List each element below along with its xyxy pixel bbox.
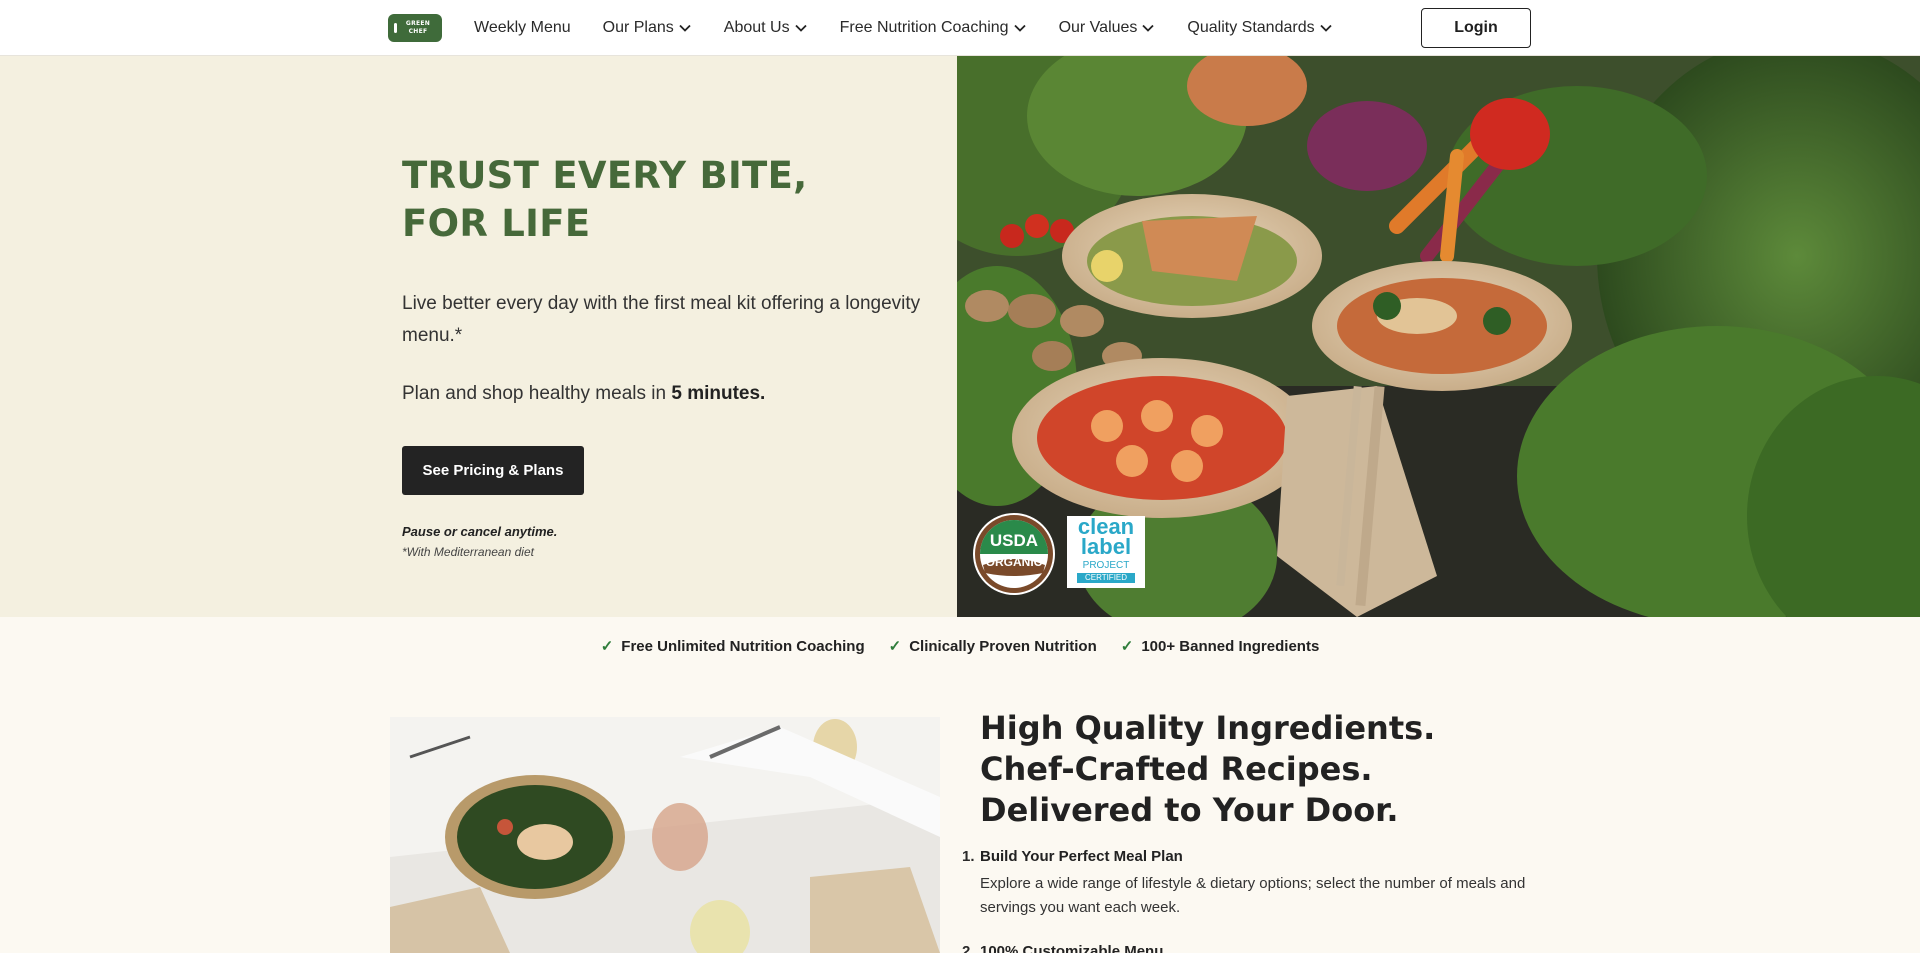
chevron-down-icon <box>1141 21 1155 35</box>
mediterranean-footnote: *With Mediterranean diet <box>402 545 534 559</box>
chevron-down-icon <box>678 21 692 35</box>
usda-organic-badge: USDA ORGANIC <box>973 513 1055 595</box>
hero-title: TRUST EVERY BITE, FOR LIFE <box>402 152 902 248</box>
plan-prefix: Plan and shop healthy meals in <box>402 383 672 404</box>
check-icon: ✓ <box>888 638 902 655</box>
feature-label: 100+ Banned Ingredients <box>1141 637 1320 655</box>
nav-item-weekly-menu[interactable]: Weekly Menu <box>474 19 571 37</box>
hero-plan-text: Plan and shop healthy meals in 5 minutes… <box>402 383 765 405</box>
step-title: Build Your Perfect Meal Plan <box>980 848 1183 865</box>
top-navbar: GREEN CHEF Weekly Menu Our Plans About U… <box>0 0 1920 56</box>
chevron-down-icon <box>1319 21 1333 35</box>
section2-title: High Quality Ingredients. Chef-Crafted R… <box>980 708 1540 831</box>
step-number: 2. <box>962 943 975 953</box>
step-number: 1. <box>962 848 975 865</box>
nav-menu: Weekly Menu Our Plans About Us Free Nutr… <box>474 0 1365 56</box>
features-strip: ✓ Free Unlimited Nutrition Coaching ✓ Cl… <box>0 637 1920 656</box>
check-icon: ✓ <box>600 638 614 655</box>
nav-item-quality-standards[interactable]: Quality Standards <box>1187 19 1332 37</box>
nav-item-our-plans[interactable]: Our Plans <box>603 19 692 37</box>
clean-label-badge: clean label PROJECT CERTIFIED <box>1067 516 1145 588</box>
hero-title-line2: FOR LIFE <box>402 202 591 245</box>
section2-title-line1: High Quality Ingredients. <box>980 709 1436 747</box>
feature-item: ✓ Free Unlimited Nutrition Coaching <box>600 637 865 656</box>
plan-bold: 5 minutes. <box>671 383 766 404</box>
see-pricing-button[interactable]: See Pricing & Plans <box>402 446 584 495</box>
label-text: label <box>1080 534 1132 559</box>
nav-item-label: Quality Standards <box>1187 19 1315 36</box>
logo-text-line2: CHEF <box>408 28 428 35</box>
login-button[interactable]: Login <box>1421 8 1531 48</box>
nav-item-label: Free Nutrition Coaching <box>839 19 1009 36</box>
usda-text: USDA <box>989 531 1039 550</box>
hero-subtitle: Live better every day with the first mea… <box>402 293 921 346</box>
logo-text-line1: GREEN <box>405 20 431 27</box>
nav-item-label: Our Values <box>1058 19 1138 36</box>
project-text: PROJECT <box>1082 560 1130 571</box>
dining-table-image <box>390 717 940 953</box>
chevron-down-icon <box>794 21 808 35</box>
certified-text: CERTIFIED <box>1077 573 1135 583</box>
nav-item-label: Our Plans <box>602 19 674 36</box>
nav-item-our-values[interactable]: Our Values <box>1059 19 1156 37</box>
step-item: 1. Build Your Perfect Meal Plan Explore … <box>962 848 1542 928</box>
section2-title-line3: Delivered to Your Door. <box>980 791 1399 829</box>
nav-item-label: Weekly Menu <box>474 19 571 36</box>
nav-item-label: About Us <box>723 19 790 36</box>
hero-title-line1: TRUST EVERY BITE, <box>402 154 808 197</box>
check-icon: ✓ <box>1120 638 1134 655</box>
green-chef-logo[interactable]: GREEN CHEF <box>388 14 442 42</box>
leaf-icon <box>394 23 397 33</box>
section2-title-line2: Chef-Crafted Recipes. <box>980 750 1373 788</box>
step-item: 2. 100% Customizable Menu <box>962 943 1542 953</box>
feature-label: Clinically Proven Nutrition <box>909 637 1097 655</box>
pause-cancel-note: Pause or cancel anytime. <box>402 524 558 539</box>
feature-item: ✓ Clinically Proven Nutrition <box>888 637 1097 656</box>
nav-item-free-nutrition-coaching[interactable]: Free Nutrition Coaching <box>840 19 1027 37</box>
feature-item: ✓ 100+ Banned Ingredients <box>1120 637 1320 656</box>
feature-label: Free Unlimited Nutrition Coaching <box>621 637 865 655</box>
chevron-down-icon <box>1013 21 1027 35</box>
step-title: 100% Customizable Menu <box>980 943 1164 953</box>
step-description: Explore a wide range of lifestyle & diet… <box>980 875 1526 916</box>
organic-text: ORGANIC <box>985 555 1043 569</box>
nav-item-about-us[interactable]: About Us <box>724 19 808 37</box>
